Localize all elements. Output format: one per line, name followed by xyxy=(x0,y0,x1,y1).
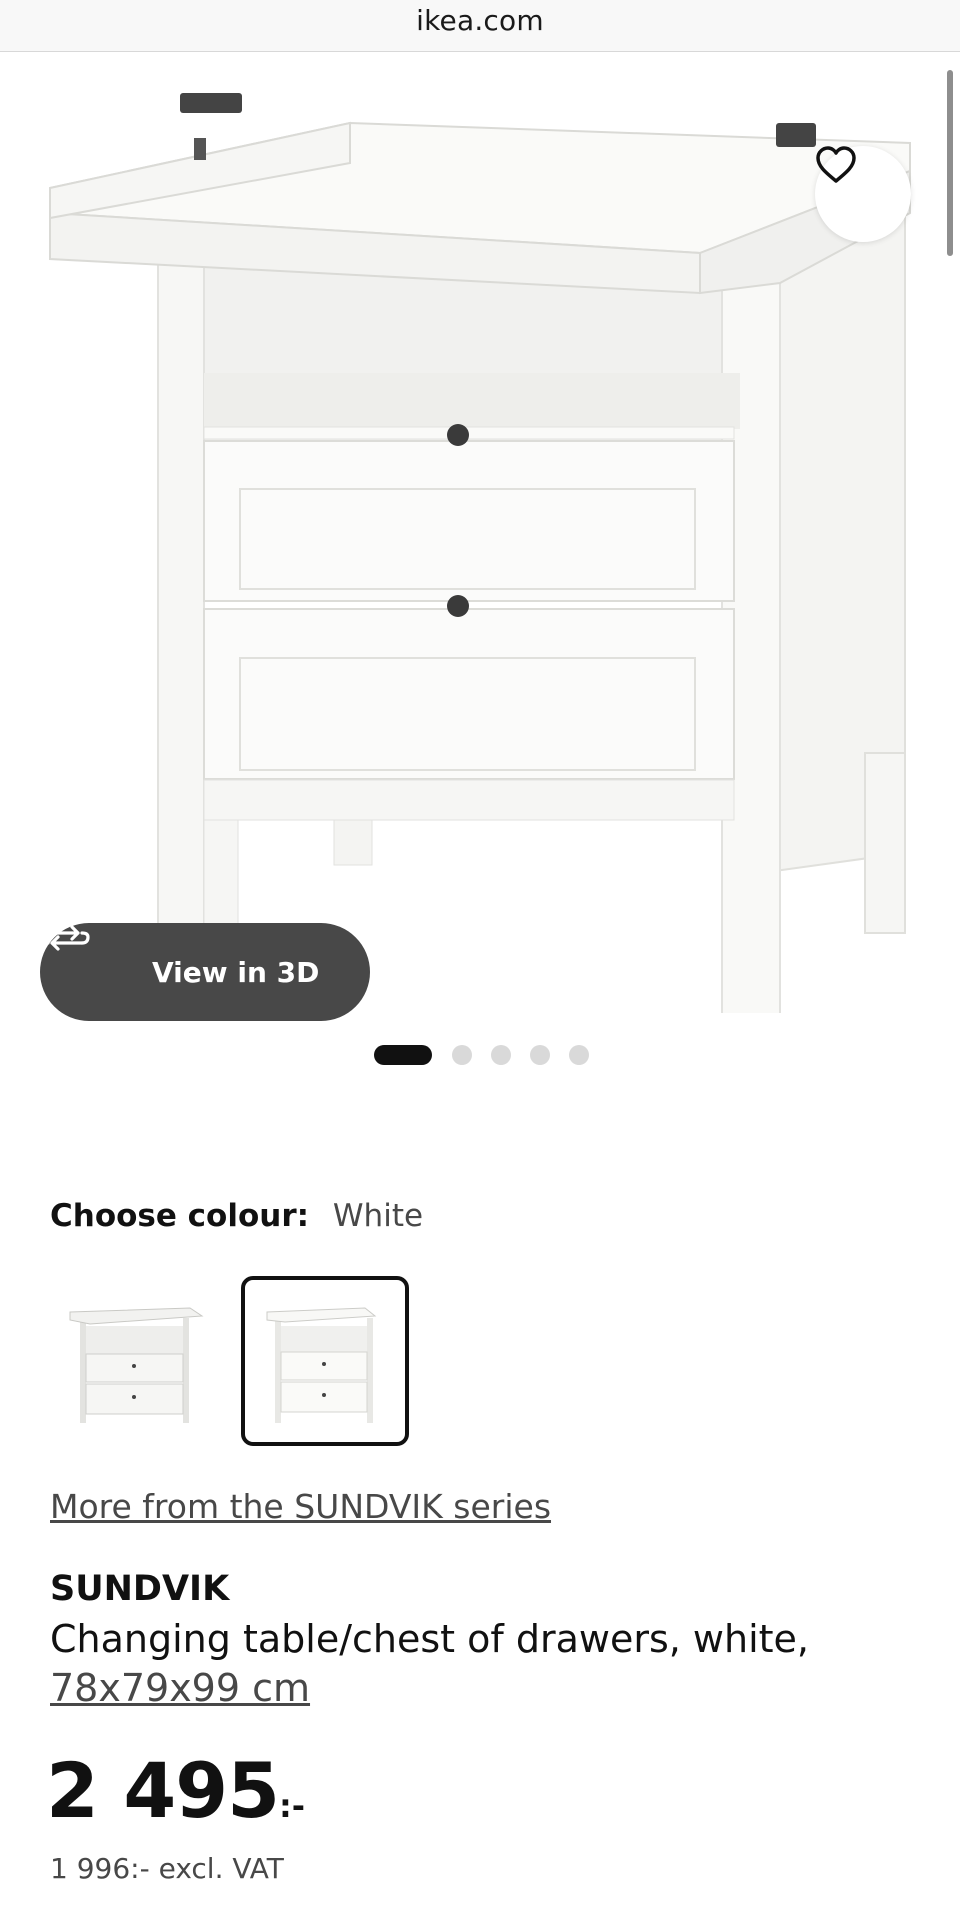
carousel-dot-4[interactable] xyxy=(530,1045,550,1065)
price-excl-vat: 1 996:- excl. VAT xyxy=(50,1852,284,1885)
product-size-link[interactable]: 78x79x99 cm xyxy=(50,1666,310,1710)
carousel-dot-3[interactable] xyxy=(491,1045,511,1065)
colour-option-thumbnail xyxy=(69,1307,204,1423)
carousel-dot-5[interactable] xyxy=(569,1045,589,1065)
product-name: SUNDVIK xyxy=(50,1569,230,1609)
colour-label: Choose colour: xyxy=(50,1198,310,1234)
product-page: ikea.com View in 3D Choose colour: White… xyxy=(0,0,960,1910)
colour-option-1[interactable] xyxy=(50,1276,218,1446)
colour-option-thumbnail xyxy=(266,1307,377,1423)
browser-url-bar[interactable]: ikea.com xyxy=(0,0,960,52)
page-scrollbar[interactable] xyxy=(947,70,953,256)
rotate-3d-icon xyxy=(40,925,134,992)
favourite-button[interactable] xyxy=(815,146,911,242)
colour-option-2-selected[interactable] xyxy=(241,1276,409,1446)
product-price: 2 495:- xyxy=(46,1746,305,1835)
colour-selected-value: White xyxy=(332,1198,424,1234)
price-suffix: :- xyxy=(278,1787,306,1825)
view-in-3d-button[interactable]: View in 3D xyxy=(40,923,370,1021)
colour-chooser-heading: Choose colour: White xyxy=(50,1198,423,1234)
carousel-indicator xyxy=(374,1044,608,1066)
product-description: Changing table/chest of drawers, white, xyxy=(50,1617,809,1661)
product-image-gallery[interactable]: View in 3D xyxy=(0,53,960,1021)
price-integer: 2 495 xyxy=(46,1746,280,1835)
series-link[interactable]: More from the SUNDVIK series xyxy=(50,1487,551,1526)
carousel-dot-2[interactable] xyxy=(452,1045,472,1065)
carousel-dot-1[interactable] xyxy=(374,1045,432,1065)
url-text: ikea.com xyxy=(416,4,544,37)
heart-icon xyxy=(816,146,856,183)
view-in-3d-label: View in 3D xyxy=(152,955,320,989)
